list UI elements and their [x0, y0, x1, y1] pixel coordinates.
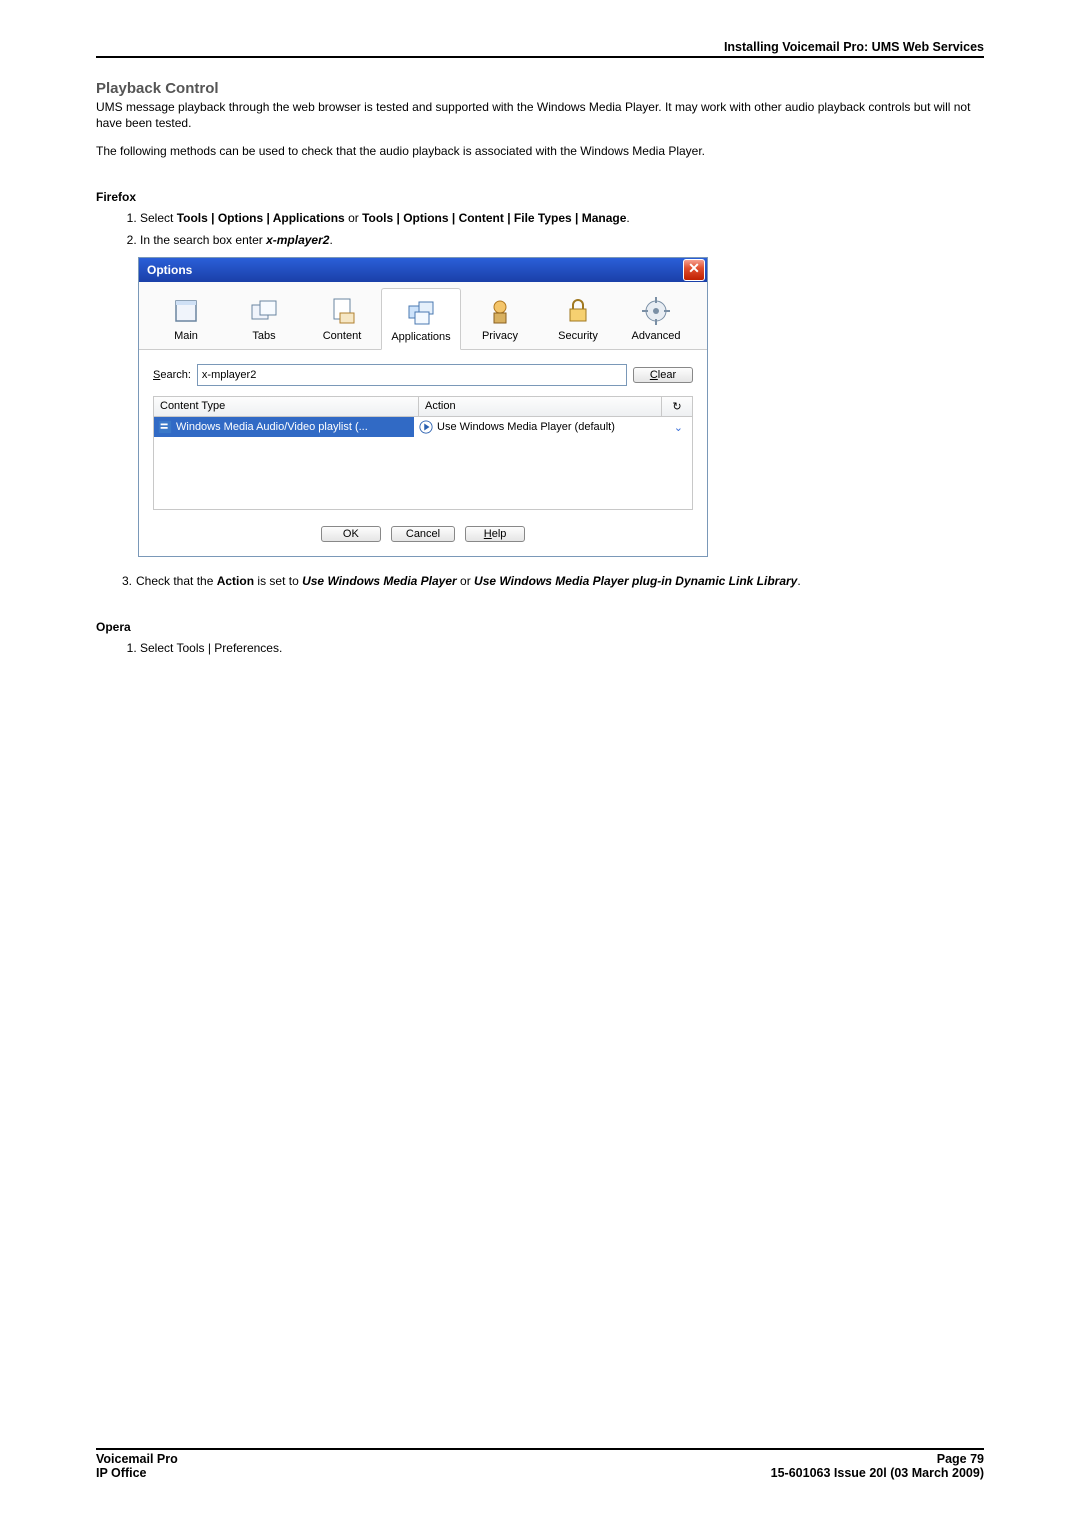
close-icon: ✕: [688, 260, 700, 276]
row-type-label: Windows Media Audio/Video playlist (...: [176, 421, 368, 433]
col-content-type[interactable]: Content Type: [154, 397, 419, 416]
tab-applications[interactable]: Applications: [381, 288, 461, 350]
tab-privacy[interactable]: Privacy: [461, 288, 539, 349]
list-row-selected[interactable]: Windows Media Audio/Video playlist (... …: [154, 417, 692, 437]
page-header: Installing Voicemail Pro: UMS Web Servic…: [96, 40, 984, 58]
footer-right2: 15-601063 Issue 20l (03 March 2009): [771, 1466, 984, 1480]
page-footer: Voicemail Pro IP Office Page 79 15-60106…: [96, 1448, 984, 1480]
opera-heading: Opera: [96, 620, 984, 634]
tab-content[interactable]: Content: [303, 288, 381, 349]
firefox-step3: 3.Check that the Action is set to Use Wi…: [140, 573, 984, 590]
list-body: Windows Media Audio/Video playlist (... …: [153, 417, 693, 510]
tab-advanced[interactable]: Advanced: [617, 288, 695, 349]
tab-main[interactable]: Main: [147, 288, 225, 349]
help-button[interactable]: Help: [465, 526, 525, 542]
list-header: Content Type Action ↻: [153, 396, 693, 417]
dialog-title: Options: [147, 263, 192, 277]
tab-content-icon: [303, 292, 381, 330]
action-dropdown[interactable]: Use Windows Media Player (default) ⌄: [414, 417, 692, 437]
col-action[interactable]: Action: [419, 397, 661, 416]
opera-steps: Select Tools | Preferences.: [96, 640, 984, 657]
footer-right1: Page 79: [771, 1452, 984, 1466]
tab-security[interactable]: Security: [539, 288, 617, 349]
section-title: Playback Control: [96, 80, 984, 97]
tab-applications-icon: [382, 293, 460, 331]
tab-advanced-icon: [617, 292, 695, 330]
tab-privacy-icon: [461, 292, 539, 330]
close-button[interactable]: ✕: [683, 259, 705, 281]
firefox-heading: Firefox: [96, 190, 984, 204]
cancel-button[interactable]: Cancel: [391, 526, 455, 542]
section-p2: The following methods can be used to che…: [96, 143, 984, 159]
tab-tabs[interactable]: Tabs: [225, 288, 303, 349]
search-row: Search: Clear: [153, 364, 693, 386]
dialog-titlebar: Options ✕: [139, 258, 707, 282]
wmp-icon: [419, 420, 433, 434]
breadcrumb: Installing Voicemail Pro: UMS Web Servic…: [724, 40, 984, 54]
footer-left1: Voicemail Pro: [96, 1452, 771, 1466]
opera-step1: Select Tools | Preferences.: [140, 640, 984, 657]
search-input[interactable]: [197, 364, 627, 386]
dialog-tabs: Main Tabs Content: [139, 282, 707, 350]
clear-button[interactable]: Clear: [633, 367, 693, 383]
tab-security-icon: [539, 292, 617, 330]
row-action-label: Use Windows Media Player (default): [437, 421, 615, 433]
ok-button[interactable]: OK: [321, 526, 381, 542]
search-label: Search:: [153, 369, 191, 381]
wmp-playlist-icon: [158, 420, 172, 434]
tab-tabs-icon: [225, 292, 303, 330]
firefox-step1: Select Tools | Options | Applications or…: [140, 210, 984, 227]
chevron-down-icon: ⌄: [670, 421, 687, 434]
tab-main-icon: [147, 292, 225, 330]
footer-left2: IP Office: [96, 1466, 771, 1480]
firefox-steps: Select Tools | Options | Applications or…: [96, 210, 984, 250]
firefox-step2: In the search box enter x-mplayer2.: [140, 232, 984, 249]
dialog-buttons: OK Cancel Help: [139, 520, 707, 556]
options-dialog: Options ✕ Main: [138, 257, 708, 557]
section-p1: UMS message playback through the web bro…: [96, 99, 984, 131]
col-refresh-icon[interactable]: ↻: [661, 397, 692, 416]
